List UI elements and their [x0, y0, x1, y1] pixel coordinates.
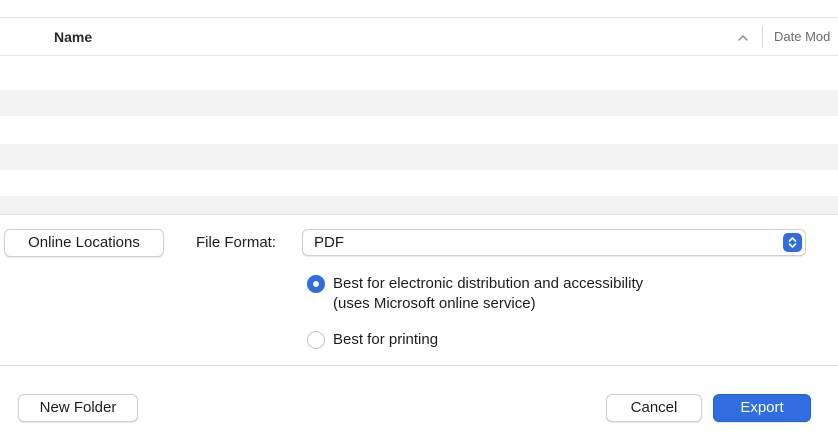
file-format-label: File Format:	[196, 234, 277, 251]
radio-printing-line1: Best for printing	[333, 331, 439, 348]
radio-best-for-printing-label[interactable]: Best for printing	[333, 330, 438, 350]
file-format-value: PDF	[314, 234, 344, 251]
radio-electronic-distribution[interactable]	[307, 275, 325, 293]
list-row[interactable]	[0, 90, 838, 116]
new-folder-button[interactable]: New Folder	[18, 394, 138, 422]
list-row[interactable]	[0, 170, 838, 196]
export-dialog: Name Date Mod Online Locations File Form…	[0, 0, 838, 444]
column-divider[interactable]	[762, 26, 763, 48]
column-header-name[interactable]: Name	[54, 29, 92, 45]
file-list[interactable]: Name Date Mod	[0, 18, 838, 214]
export-button[interactable]: Export	[713, 394, 811, 422]
options-panel: Online Locations File Format: PDF Best f…	[0, 214, 838, 366]
list-row[interactable]	[0, 56, 838, 82]
online-locations-button[interactable]: Online Locations	[4, 229, 164, 257]
up-down-stepper-icon	[783, 233, 802, 252]
cancel-button[interactable]: Cancel	[606, 394, 702, 422]
top-strip	[0, 0, 838, 18]
list-row[interactable]	[0, 144, 838, 170]
radio-electronic-line2: (uses Microsoft online service)	[333, 295, 536, 312]
dialog-footer: New Folder Cancel Export	[0, 366, 838, 444]
radio-best-for-printing[interactable]	[307, 331, 325, 349]
list-row[interactable]	[0, 116, 838, 142]
column-header-date-modified[interactable]: Date Mod	[774, 29, 830, 44]
list-row[interactable]	[0, 196, 838, 214]
list-header: Name Date Mod	[0, 18, 838, 56]
radio-electronic-distribution-label[interactable]: Best for electronic distribution and acc…	[333, 274, 643, 314]
radio-electronic-line1: Best for electronic distribution and acc…	[333, 275, 644, 292]
file-format-select[interactable]: PDF	[302, 229, 806, 256]
chevron-up-icon[interactable]	[736, 31, 750, 45]
